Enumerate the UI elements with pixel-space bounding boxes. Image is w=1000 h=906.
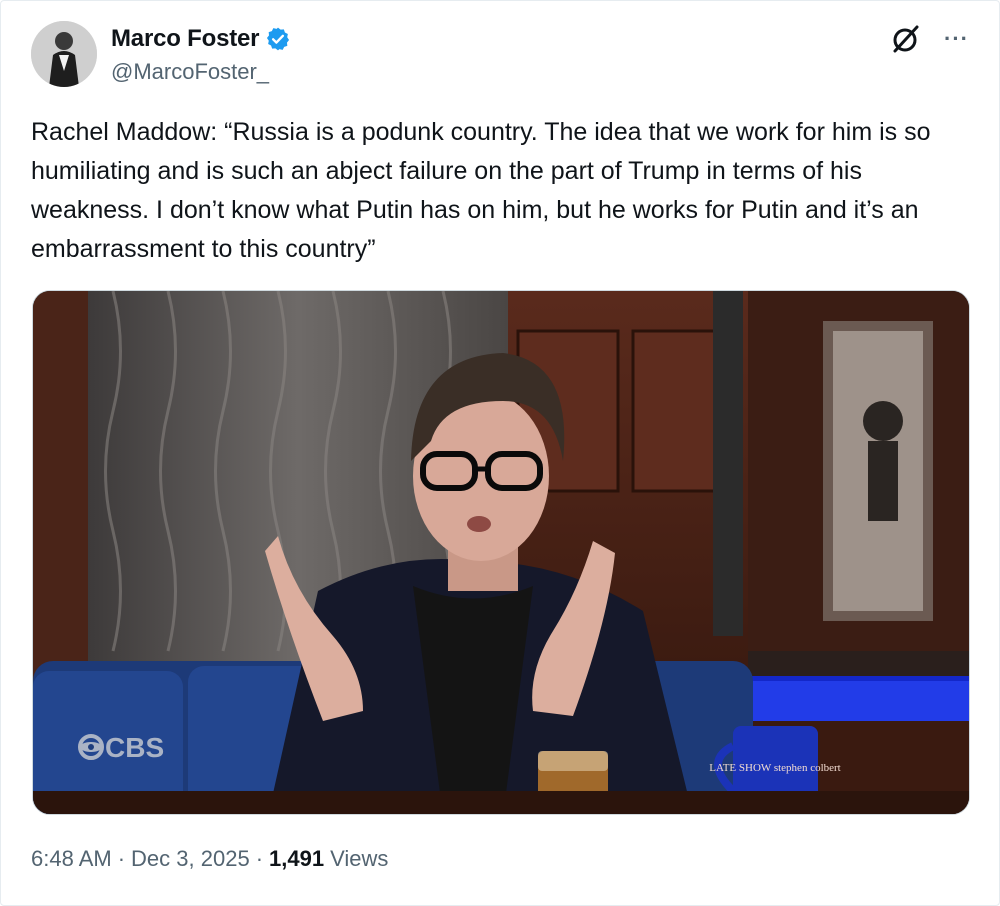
verified-badge-icon xyxy=(265,26,291,52)
tweet-text: Rachel Maddow: “Russia is a podunk count… xyxy=(31,118,931,263)
mug-text: LATE SHOW stephen colbert xyxy=(709,762,840,774)
avatar[interactable] xyxy=(31,21,97,87)
display-name[interactable]: Marco Foster xyxy=(111,25,260,53)
tweet-media-image[interactable]: LATE SHOW stephen colbert CBS xyxy=(32,290,970,815)
name-row: Marco Foster xyxy=(111,25,291,53)
meta-separator: · xyxy=(255,846,264,871)
grok-icon[interactable] xyxy=(890,23,922,55)
header-actions: ··· xyxy=(890,23,969,55)
cbs-watermark-text: CBS xyxy=(105,732,164,763)
tweet-meta: 6:48 AM · Dec 3, 2025 · 1,491 Views xyxy=(31,846,388,872)
views-count[interactable]: 1,491 xyxy=(269,846,324,872)
tweet-date[interactable]: Dec 3, 2025 xyxy=(131,846,250,872)
tweet-time[interactable]: 6:48 AM xyxy=(31,846,112,872)
meta-separator: · xyxy=(117,846,126,871)
views-label[interactable]: Views xyxy=(330,846,388,872)
author-handle[interactable]: @MarcoFoster_ xyxy=(111,59,269,85)
tweet-card: Marco Foster @MarcoFoster_ ··· Rachel Ma… xyxy=(0,0,1000,906)
tweet-header: Marco Foster @MarcoFoster_ ··· xyxy=(31,21,969,91)
more-options-icon[interactable]: ··· xyxy=(944,28,969,50)
